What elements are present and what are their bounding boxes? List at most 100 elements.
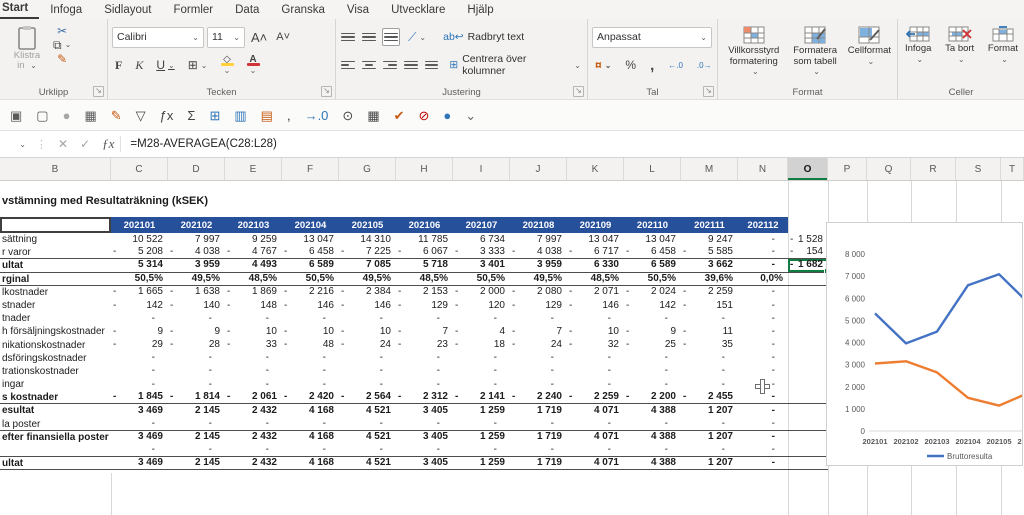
table-cell[interactable]: -: [339, 444, 396, 456]
table-cell[interactable]: -18: [453, 339, 510, 352]
row-label-cell[interactable]: tnader: [0, 312, 111, 325]
table-cell[interactable]: -1 665: [111, 286, 168, 299]
table-cell[interactable]: [788, 378, 828, 391]
tab-granska[interactable]: Granska: [270, 2, 335, 19]
delete-columns-icon[interactable]: ▤: [261, 109, 273, 122]
table-cell[interactable]: 6 589: [624, 259, 681, 271]
table-cell[interactable]: 4 388: [624, 404, 681, 417]
table-cell[interactable]: 0,0%: [738, 273, 788, 285]
table-cell[interactable]: -120: [453, 299, 510, 312]
increase-indent-icon[interactable]: [424, 57, 440, 74]
table-cell[interactable]: -3 333: [453, 246, 510, 258]
align-center-icon[interactable]: [361, 57, 377, 74]
table-cell[interactable]: 3 959: [510, 259, 567, 271]
table-cell[interactable]: 4 071: [567, 457, 624, 469]
table-cell[interactable]: -2 200: [624, 391, 681, 403]
table-cell[interactable]: 3 405: [396, 404, 453, 417]
table-cell[interactable]: -148: [225, 299, 282, 312]
table-cell[interactable]: 9 259: [225, 233, 282, 246]
table-cell[interactable]: 2 432: [225, 457, 282, 469]
table-cell[interactable]: -151: [681, 299, 738, 312]
table-cell[interactable]: 3 662: [681, 259, 738, 271]
table-cell[interactable]: -2 240: [510, 391, 567, 403]
comma-style-icon[interactable]: ,: [287, 109, 291, 122]
table-cell[interactable]: -: [567, 352, 624, 365]
table-cell[interactable]: -4 767: [225, 246, 282, 258]
table-cell[interactable]: -6 458: [624, 246, 681, 258]
table-cell[interactable]: -140: [168, 299, 225, 312]
table-cell[interactable]: [788, 457, 828, 469]
tab-utvecklare[interactable]: Utvecklare: [380, 2, 456, 19]
table-cell[interactable]: 1 259: [453, 457, 510, 469]
formula-input[interactable]: =M28-AVERAGEA(C28:L28): [121, 138, 276, 150]
table-cell[interactable]: -6 717: [567, 246, 624, 258]
table-cell[interactable]: 2 432: [225, 404, 282, 417]
table-cell[interactable]: -25: [624, 339, 681, 352]
row-label-cell[interactable]: ultat: [0, 259, 111, 271]
table-cell[interactable]: -5 208: [111, 246, 168, 258]
row-label-cell[interactable]: rginal: [0, 273, 111, 285]
table-cell[interactable]: [788, 339, 828, 352]
table-cell[interactable]: -: [339, 365, 396, 378]
month-header-cell[interactable]: 202102: [168, 217, 225, 233]
table-cell[interactable]: 1 259: [453, 404, 510, 417]
data-validation-icon[interactable]: ⊘: [419, 109, 430, 122]
table-cell[interactable]: 3 959: [168, 259, 225, 271]
percent-style-icon[interactable]: %: [622, 57, 639, 73]
paste-icon[interactable]: ▣: [10, 109, 22, 122]
table-cell[interactable]: -2 455: [681, 391, 738, 403]
increase-decimal-icon[interactable]: ←.0: [665, 60, 686, 71]
table-cell[interactable]: -: [738, 286, 788, 299]
spelling-icon[interactable]: ✔: [394, 109, 405, 122]
table-cell[interactable]: -32: [567, 339, 624, 352]
table-cell[interactable]: -1 845: [111, 391, 168, 403]
table-cell[interactable]: -2 564: [339, 391, 396, 403]
insert-cells-button[interactable]: Infoga⌄: [902, 25, 934, 81]
row-label-cell[interactable]: sättning: [0, 233, 111, 246]
table-cell[interactable]: -: [453, 418, 510, 430]
table-cell[interactable]: -: [738, 457, 788, 469]
table-cell[interactable]: -9: [624, 325, 681, 338]
show-formulas-icon[interactable]: ⊙: [342, 109, 353, 122]
tab-visa[interactable]: Visa: [336, 2, 380, 19]
table-cell[interactable]: -: [282, 444, 339, 456]
table-header-b-cell[interactable]: [0, 217, 111, 233]
table-cell[interactable]: -: [738, 339, 788, 352]
table-cell[interactable]: 49,5%: [168, 273, 225, 285]
column-header-E[interactable]: E: [225, 158, 282, 180]
table-cell[interactable]: -: [624, 378, 681, 391]
table-cell[interactable]: -: [225, 365, 282, 378]
column-header-Q[interactable]: Q: [867, 158, 911, 180]
table-cell[interactable]: -9: [168, 325, 225, 338]
table-cell[interactable]: [788, 312, 828, 325]
orientation-icon[interactable]: ⟋⌄: [405, 29, 429, 46]
table-cell[interactable]: 13 047: [624, 233, 681, 246]
table-cell[interactable]: -: [510, 352, 567, 365]
table-cell[interactable]: -: [624, 365, 681, 378]
table-cell[interactable]: -: [453, 444, 510, 456]
table-cell[interactable]: -: [624, 418, 681, 430]
table-cell[interactable]: 3 469: [111, 404, 168, 417]
table-cell[interactable]: 7 997: [510, 233, 567, 246]
table-cell[interactable]: -6 458: [282, 246, 339, 258]
table-cell[interactable]: -: [453, 378, 510, 391]
table-cell[interactable]: -: [738, 233, 788, 246]
insert-function-icon[interactable]: ƒx: [96, 136, 121, 152]
table-cell[interactable]: -2 259: [681, 286, 738, 299]
table-cell[interactable]: -: [567, 365, 624, 378]
table-cell[interactable]: -: [168, 444, 225, 456]
bold-button[interactable]: F: [112, 57, 125, 74]
table-cell[interactable]: -: [510, 418, 567, 430]
decrease-font-icon[interactable]: A˅: [273, 30, 293, 44]
table-cell[interactable]: 2 145: [168, 431, 225, 444]
table-cell[interactable]: [788, 444, 828, 456]
column-header-R[interactable]: R: [911, 158, 956, 180]
table-cell[interactable]: -129: [396, 299, 453, 312]
column-header-T[interactable]: T: [1001, 158, 1024, 180]
table-cell[interactable]: -: [738, 378, 788, 391]
quick-circle-icon[interactable]: ●: [443, 109, 451, 122]
table-cell[interactable]: 1 259: [453, 431, 510, 444]
table-cell[interactable]: 6 589: [282, 259, 339, 271]
font-dialog-launcher[interactable]: ↘: [321, 86, 332, 97]
table-cell[interactable]: -: [111, 418, 168, 430]
